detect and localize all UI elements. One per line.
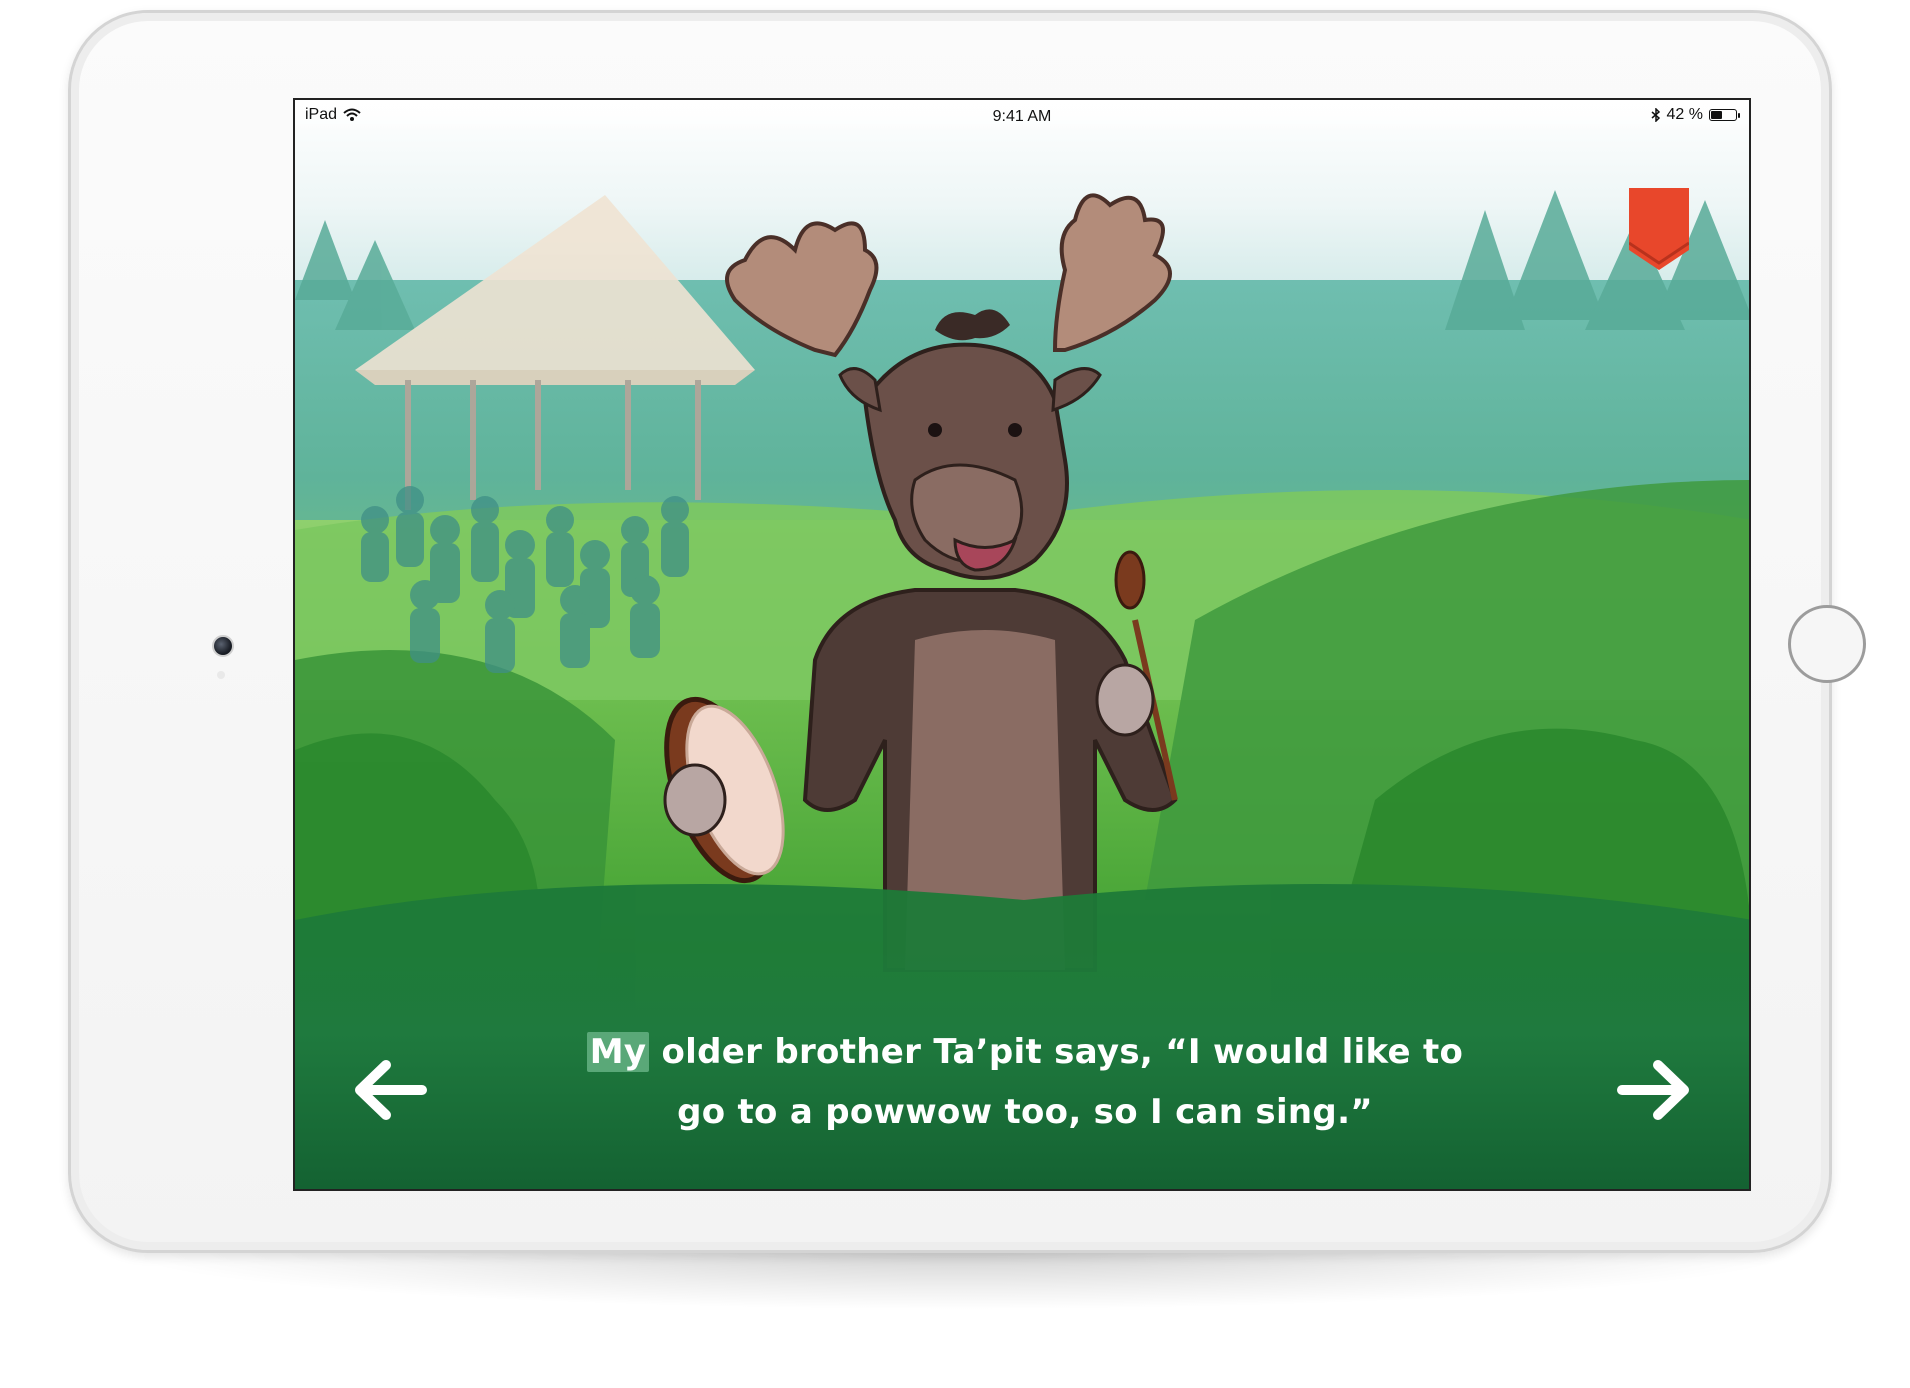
- story-line-2: go to a powwow too, so I can sing.”: [677, 1092, 1373, 1132]
- clock: 9:41 AM: [992, 108, 1052, 125]
- highlighted-word[interactable]: My: [586, 1032, 650, 1072]
- home-button[interactable]: [1788, 605, 1866, 683]
- arrow-left-icon: [355, 1060, 427, 1120]
- front-camera: [212, 635, 234, 657]
- arrow-right-icon: [1617, 1060, 1689, 1120]
- previous-page-button[interactable]: [340, 1050, 440, 1130]
- tent: [355, 195, 755, 510]
- app-screen: iPad 9:41 AM 42 % My older brother Ta’pi…: [293, 98, 1751, 1191]
- story-line-1-rest: older brother Ta’pit says, “I would like…: [649, 1032, 1464, 1072]
- bookmark-icon[interactable]: [1629, 188, 1689, 273]
- battery-percent: 42 %: [1666, 106, 1703, 123]
- ipad-frame: iPad 9:41 AM 42 % My older brother Ta’pi…: [68, 10, 1866, 1253]
- status-bar: iPad 9:41 AM 42 %: [295, 100, 1749, 134]
- battery-icon: [1709, 109, 1740, 121]
- story-line-1: My older brother Ta’pit says, “I would l…: [575, 1022, 1475, 1082]
- story-text: My older brother Ta’pit says, “I would l…: [575, 1022, 1475, 1142]
- next-page-button[interactable]: [1604, 1050, 1704, 1130]
- light-sensor: [217, 671, 225, 679]
- bluetooth-icon: [1651, 108, 1660, 122]
